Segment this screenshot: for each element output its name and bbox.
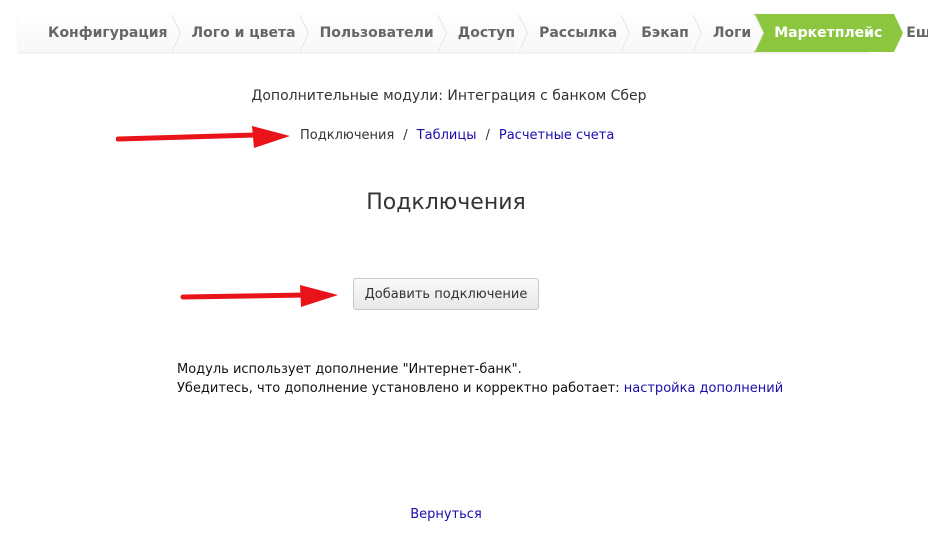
breadcrumb-current: Подключения (300, 128, 395, 143)
tab-configuration[interactable]: Конфигурация (18, 14, 181, 52)
back-link-container: Вернуться (0, 507, 892, 522)
back-link[interactable]: Вернуться (410, 507, 482, 522)
page-title: Подключения (366, 190, 526, 215)
tab-access[interactable]: Доступ (446, 14, 529, 52)
module-note: Модуль использует дополнение "Интернет-б… (177, 360, 783, 398)
breadcrumb: Подключения / Таблицы / Расчетные счета (300, 128, 614, 143)
breadcrumb-separator: / (403, 128, 408, 143)
note-line-1: Модуль использует дополнение "Интернет-б… (177, 362, 522, 377)
note-line-2: Убедитесь, что дополнение установлено и … (177, 379, 783, 398)
note-line-2-text: Убедитесь, что дополнение установлено и … (177, 381, 620, 396)
tab-marketplace[interactable]: Маркетплейс (754, 14, 904, 52)
add-connection-button[interactable]: Добавить подключение (353, 278, 539, 310)
annotation-arrow-icon (116, 126, 290, 148)
module-subtitle: Дополнительные модули: Интеграция с банк… (251, 88, 647, 104)
annotation-arrow-icon (180, 285, 338, 307)
breadcrumb-separator: / (485, 128, 490, 143)
addon-settings-link[interactable]: настройка дополнений (624, 381, 783, 396)
tab-users[interactable]: Пользователи (308, 14, 447, 52)
tab-logo-colors[interactable]: Лого и цвета (180, 14, 309, 52)
tab-mailing[interactable]: Рассылка (527, 14, 631, 52)
tab-backup[interactable]: Бэкап (629, 14, 702, 52)
top-nav-tabs: Конфигурация Лого и цвета Пользователи Д… (18, 14, 928, 52)
breadcrumb-link-tables[interactable]: Таблицы (417, 128, 477, 143)
breadcrumb-link-accounts[interactable]: Расчетные счета (499, 128, 614, 143)
tab-logs[interactable]: Логи (701, 14, 765, 52)
